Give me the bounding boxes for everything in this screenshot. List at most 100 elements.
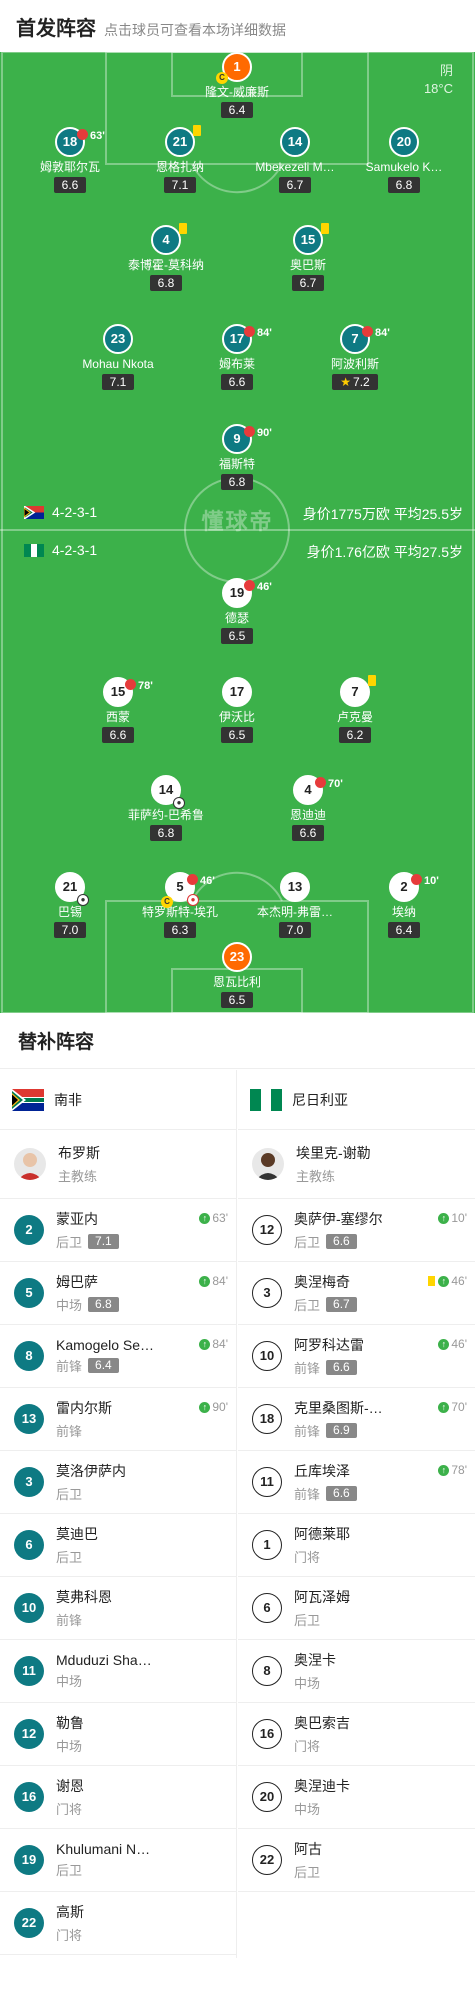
home-player-7[interactable]: 7 84' 阿波利斯 ★ 7.2 (300, 324, 410, 391)
sub-player-row[interactable]: 18 克里桑图斯-… 前锋 6.9 ↑ 70' (238, 1388, 475, 1451)
player-rating: 6.8 (387, 177, 421, 193)
home-coach[interactable]: 布罗斯 主教练 (0, 1130, 236, 1199)
player-rating: 6.8 (149, 275, 183, 291)
player-position: 前锋 (294, 1424, 321, 1439)
sub-off-icon (244, 326, 255, 337)
player-number: 1 (252, 1530, 282, 1560)
player-name: 伊沃比 (218, 710, 255, 724)
player-name: 泰博霍-莫科纳 (128, 258, 204, 272)
sub-player-row[interactable]: 10 阿罗科达雷 前锋 6.6 ↑ 46' (238, 1325, 475, 1388)
away-player-13[interactable]: 13 本杰明-弗雷… 7.0 (240, 872, 350, 939)
yellow-card-icon (368, 675, 376, 686)
sub-off-icon (362, 326, 373, 337)
player-name: 谢恩 (56, 1778, 84, 1794)
player-position: 后卫 (294, 1613, 321, 1628)
player-number: 14 (158, 782, 174, 797)
sub-off-event: 90' (244, 420, 272, 446)
home-player-17[interactable]: 17 84' 姆布莱 6.6 (182, 324, 292, 391)
sub-player-row[interactable]: 12 勒鲁 中场 (0, 1703, 236, 1766)
home-player-14[interactable]: 14 Mbekezeli M… 6.7 (240, 127, 350, 194)
player-number: 7 (351, 684, 359, 699)
away-player-14[interactable]: 14 ● 菲萨约-巴希鲁 6.8 (111, 775, 221, 842)
home-player-9[interactable]: 9 90' 福斯特 6.8 (182, 424, 292, 491)
player-position: 前锋 (56, 1613, 83, 1628)
home-player-1[interactable]: 1 C 隆文-威廉斯 6.4 (182, 52, 292, 119)
home-subs-list: 2 蒙亚内 后卫 7.1 ↑ 63' 5 姆巴萨 中场 6.8 ↑ 84' 8 Kamogelo Se… 前… (0, 1199, 236, 1955)
player-position: 后卫 (56, 1235, 83, 1250)
player-rating-best: ★ 7.2 (332, 374, 378, 390)
sub-player-row[interactable]: 11 Mduduzi Sha… 中场 (0, 1640, 236, 1703)
home-player-15[interactable]: 15 奥巴斯 6.7 (253, 223, 363, 292)
away-player-21[interactable]: 21 ● 巴锡 7.0 (15, 872, 125, 939)
home-player-20[interactable]: 20 Samukelo K… 6.8 (349, 127, 459, 194)
player-name: 阿德莱耶 (294, 1526, 350, 1542)
away-value: 身价1.76亿欧 平均27.5岁 (306, 544, 463, 560)
away-player-5[interactable]: 5 46' C ● 特罗斯特-埃孔 6.3 (125, 872, 235, 939)
sub-player-row[interactable]: 12 奥萨伊-塞缪尔 后卫 6.6 ↑ 10' (238, 1199, 475, 1262)
away-coach[interactable]: 埃里克-谢勒 主教练 (238, 1130, 475, 1199)
player-name: 奥涅卡 (294, 1652, 336, 1668)
sub-player-row[interactable]: 3 奥涅梅奇 后卫 6.7 ↑ 46' (238, 1262, 475, 1325)
sub-player-row[interactable]: 6 阿瓦泽姆 后卫 (238, 1577, 475, 1640)
sub-player-row[interactable]: 11 丘库埃泽 前锋 6.6 ↑ 78' (238, 1451, 475, 1514)
player-rating: 6.3 (163, 922, 197, 938)
home-player-23[interactable]: 23 Mohau Nkota 7.1 (63, 324, 173, 391)
player-number: 19 (229, 585, 245, 600)
sub-player-row[interactable]: 2 蒙亚内 后卫 7.1 ↑ 63' (0, 1199, 236, 1262)
coach-role: 主教练 (58, 1169, 98, 1184)
player-number: 10 (14, 1593, 44, 1623)
south-africa-flag-icon (12, 1088, 44, 1111)
sub-player-row[interactable]: 16 谢恩 门将 (0, 1766, 236, 1829)
sub-player-row[interactable]: 6 莫迪巴 后卫 (0, 1514, 236, 1577)
sub-player-row[interactable]: 20 奥涅迪卡 中场 (238, 1766, 475, 1829)
player-name: 高斯 (56, 1904, 84, 1920)
player-name: 蒙亚内 (56, 1211, 98, 1227)
captain-badge-icon: C (161, 896, 173, 908)
away-player-17[interactable]: 17 伊沃比 6.5 (182, 677, 292, 744)
sub-player-row[interactable]: 1 阿德莱耶 门将 (238, 1514, 475, 1577)
player-name: 克里桑图斯-… (294, 1400, 383, 1416)
away-player-7[interactable]: 7 卢克曼 6.2 (300, 675, 410, 744)
sub-player-row[interactable]: 8 奥涅卡 中场 (238, 1640, 475, 1703)
player-position: 前锋 (294, 1361, 321, 1376)
away-player-15[interactable]: 15 78' 西蒙 6.6 (63, 677, 173, 744)
player-name: Mbekezeli M… (255, 160, 335, 174)
away-player-2[interactable]: 2 10' 埃纳 6.4 (349, 872, 459, 939)
player-rating: 6.6 (220, 374, 254, 390)
sub-player-row[interactable]: 5 姆巴萨 中场 6.8 ↑ 84' (0, 1262, 236, 1325)
coach-avatar (14, 1148, 46, 1180)
player-number: 3 (252, 1278, 282, 1308)
player-number: 4 (162, 232, 170, 247)
sub-player-row[interactable]: 10 莫弗科恩 前锋 (0, 1577, 236, 1640)
sub-player-row[interactable]: 22 高斯 门将 (0, 1892, 236, 1955)
sub-player-row[interactable]: 22 阿古 后卫 (238, 1829, 475, 1892)
player-name: 莫洛伊萨内 (56, 1463, 126, 1479)
away-player-23[interactable]: 23 恩瓦比利 6.5 (182, 942, 292, 1009)
sub-player-row[interactable]: 13 雷内尔斯 前锋 ↑ 90' (0, 1388, 236, 1451)
player-number: 11 (14, 1656, 44, 1686)
player-name: 阿古 (294, 1841, 322, 1857)
away-player-4[interactable]: 4 70' 恩迪迪 6.6 (253, 775, 363, 842)
away-player-19[interactable]: 19 46' 德瑟 6.5 (182, 578, 292, 645)
sub-player-row[interactable]: 3 莫洛伊萨内 后卫 (0, 1451, 236, 1514)
sub-off-event: 63' (77, 123, 105, 149)
player-name: 恩瓦比利 (212, 975, 261, 989)
sub-player-row[interactable]: 19 Khulumani N… 后卫 (0, 1829, 236, 1892)
player-rating: 7.0 (53, 922, 87, 938)
player-name: 莫迪巴 (56, 1526, 98, 1542)
player-name: 奥涅迪卡 (294, 1778, 350, 1794)
player-rating: 7.1 (101, 374, 135, 390)
sub-on-event: ↑ 78' (438, 1463, 467, 1477)
south-africa-flag-icon (24, 505, 44, 519)
sub-player-row[interactable]: 8 Kamogelo Se… 前锋 6.4 ↑ 84' (0, 1325, 236, 1388)
page-subtitle: 点击球员可查看本场详细数据 (104, 22, 286, 38)
sub-on-event: ↑ 46' (428, 1274, 467, 1288)
home-player-21[interactable]: 21 恩格扎纳 7.1 (125, 125, 235, 194)
player-name: 姆布莱 (218, 357, 255, 371)
home-player-4[interactable]: 4 泰博霍-莫科纳 6.8 (111, 223, 221, 292)
home-player-18[interactable]: 18 63' 姆敦耶尔瓦 6.6 (15, 127, 125, 194)
sub-off-event: 46' (187, 868, 215, 894)
player-number: 20 (252, 1782, 282, 1812)
sub-player-row[interactable]: 16 奥巴索吉 门将 (238, 1703, 475, 1766)
player-number: 5 (176, 879, 184, 894)
